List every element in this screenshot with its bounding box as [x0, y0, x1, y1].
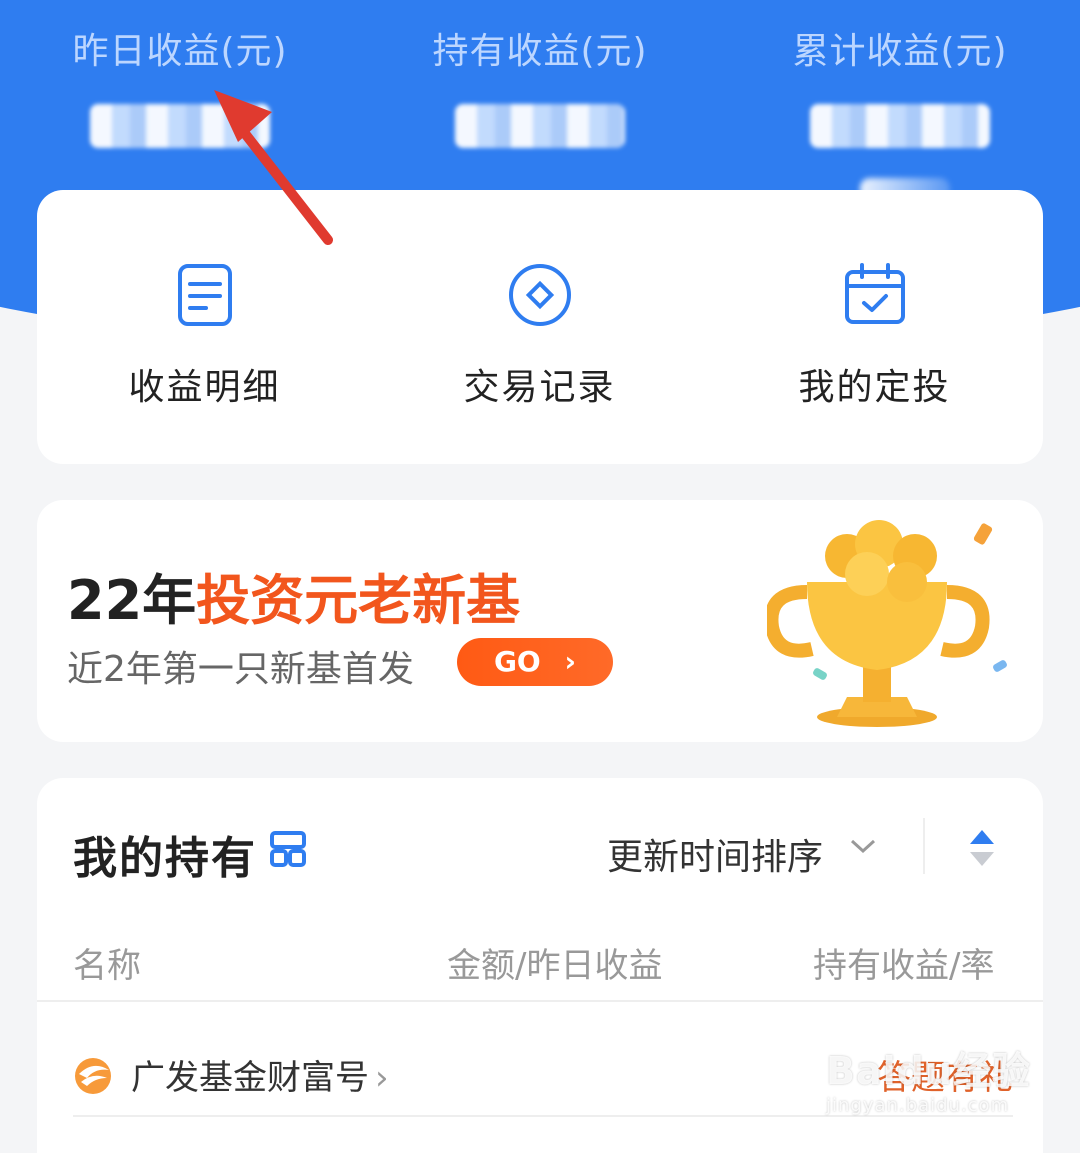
- stat-value-masked: [720, 92, 1080, 162]
- fund-logo-icon: [75, 1058, 111, 1094]
- action-earnings-detail[interactable]: 收益明细: [37, 260, 372, 410]
- stat-value-masked: [360, 92, 720, 162]
- stat-label: 昨日收益(元): [72, 31, 288, 72]
- chevron-right-icon: ›: [375, 1058, 389, 1098]
- stat-label: 累计收益(元): [792, 31, 1008, 72]
- divider: [37, 1000, 1043, 1002]
- stat-label: 持有收益(元): [432, 31, 648, 72]
- action-transaction-records[interactable]: 交易记录: [372, 260, 707, 410]
- divider: [923, 818, 925, 874]
- banner-subtitle: 近2年第一只新基首发: [67, 649, 414, 690]
- column-header-amount: 金额/昨日收益: [447, 946, 663, 986]
- chevron-right-icon: ›: [564, 645, 577, 678]
- stat-holding-earnings[interactable]: 持有收益(元): [360, 22, 720, 162]
- watermark-url: jingyan.baidu.com: [826, 1095, 1010, 1116]
- page: 昨日收益(元) 持有收益(元) 累计收益(元) 收益明细 交易记录 我的定投 2…: [0, 0, 1080, 1153]
- go-button[interactable]: GO ›: [457, 638, 613, 686]
- watermark-logo: Baidu经验: [826, 1049, 1031, 1093]
- sort-order-icon[interactable]: [969, 828, 995, 868]
- stat-total-earnings[interactable]: 累计收益(元): [720, 22, 1080, 162]
- watermark: Baidu经验 jingyan.baidu.com: [826, 1040, 1031, 1116]
- calendar-check-icon: [844, 263, 905, 324]
- column-header-name: 名称: [73, 946, 141, 986]
- banner-title-highlight: 投资元老新基: [196, 569, 521, 632]
- banner-title: 22年投资元老新基: [67, 556, 520, 635]
- fund-name-link[interactable]: 广发基金财富号 ›: [131, 1050, 389, 1099]
- earnings-summary: 昨日收益(元) 持有收益(元) 累计收益(元): [0, 0, 1080, 190]
- diamond-circle-icon: [508, 264, 571, 326]
- column-header-return-rate: 持有收益/率: [813, 946, 995, 986]
- document-icon: [177, 264, 232, 326]
- action-label: 收益明细: [128, 367, 281, 408]
- trophy-icon: [767, 520, 1007, 727]
- fund-name: 广发基金财富号: [131, 1058, 369, 1098]
- banner-title-prefix: 22年: [67, 569, 197, 632]
- action-my-auto-invest[interactable]: 我的定投: [707, 260, 1042, 410]
- go-label: GO: [493, 645, 541, 678]
- action-label: 交易记录: [463, 367, 616, 408]
- promo-banner[interactable]: 22年投资元老新基 近2年第一只新基首发 GO ›: [37, 500, 1043, 742]
- chevron-down-icon[interactable]: [849, 836, 877, 856]
- quick-actions-card: 收益明细 交易记录 我的定投: [37, 190, 1043, 464]
- action-label: 我的定投: [798, 367, 951, 408]
- holdings-title: 我的持有: [73, 833, 257, 884]
- sort-dropdown[interactable]: 更新时间排序: [607, 828, 823, 880]
- grid-icon[interactable]: [269, 830, 307, 868]
- annotation-arrow: [214, 90, 333, 245]
